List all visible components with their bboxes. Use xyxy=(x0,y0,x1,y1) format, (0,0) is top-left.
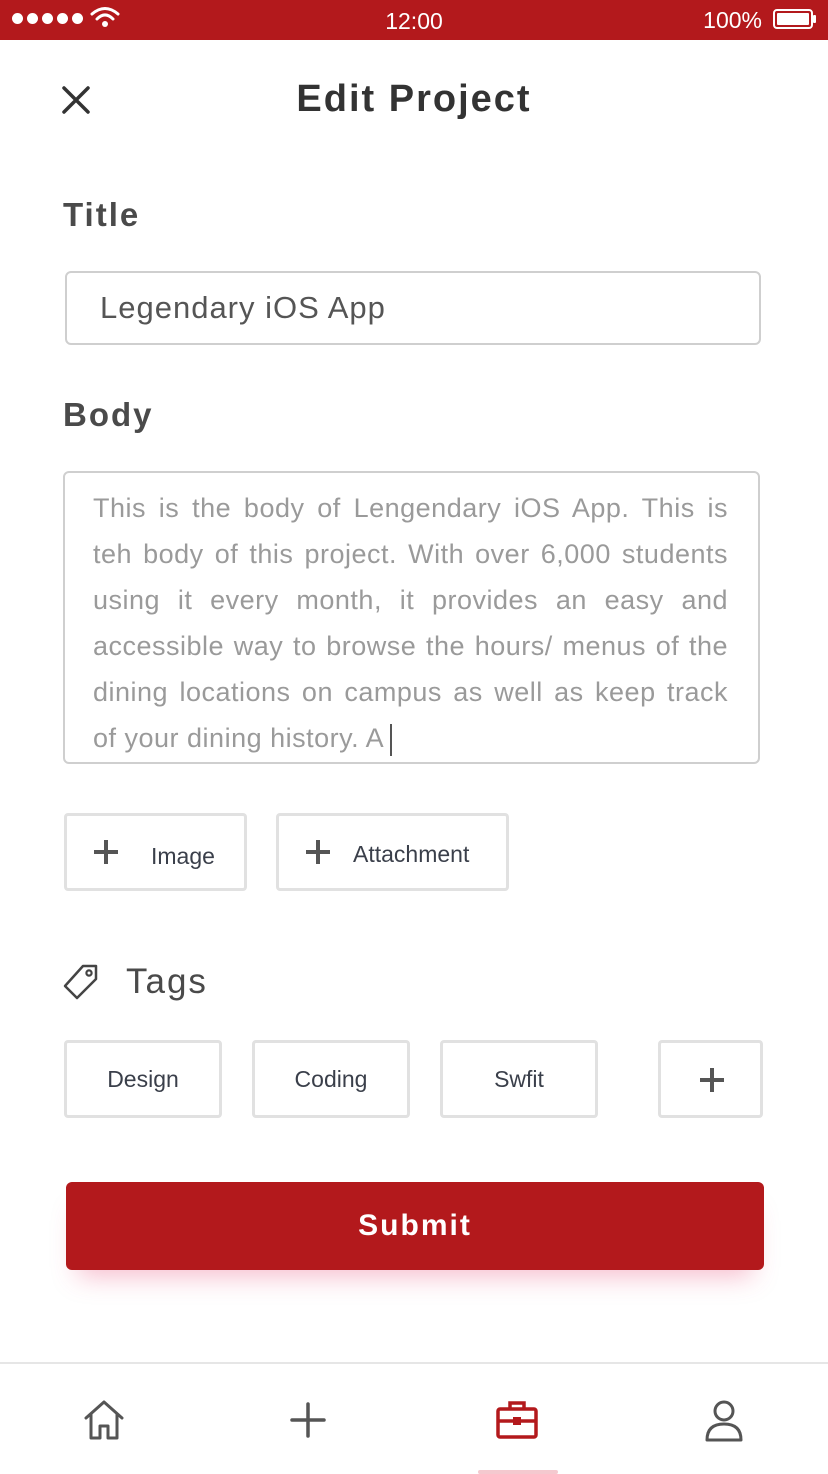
briefcase-icon[interactable] xyxy=(495,1398,539,1442)
plus-icon[interactable] xyxy=(286,1398,330,1442)
tags-heading: Tags xyxy=(126,962,208,1001)
plus-icon xyxy=(94,840,118,864)
tag-icon xyxy=(63,964,98,1000)
add-attachment-label: Attachment xyxy=(353,841,470,867)
title-label: Title xyxy=(63,196,141,233)
submit-button[interactable]: Submit xyxy=(66,1182,764,1270)
active-tab-indicator xyxy=(478,1470,558,1474)
add-image-button[interactable]: Image xyxy=(64,813,247,891)
add-image-label: Image xyxy=(151,843,215,869)
plus-icon xyxy=(306,840,330,864)
home-icon[interactable] xyxy=(82,1398,126,1442)
user-icon[interactable] xyxy=(702,1398,746,1442)
tab-bar xyxy=(0,1362,828,1474)
page-title: Edit Project xyxy=(296,78,532,120)
text-cursor xyxy=(390,723,393,756)
tag-swfit[interactable]: Swfit xyxy=(440,1040,598,1118)
body-label: Body xyxy=(63,396,154,433)
add-attachment-button[interactable]: Attachment xyxy=(276,813,509,891)
add-tag-button[interactable] xyxy=(658,1040,763,1118)
tag-design[interactable]: Design xyxy=(64,1040,222,1118)
status-bar: 12:00 100% xyxy=(0,0,828,40)
tag-coding[interactable]: Coding xyxy=(252,1040,410,1118)
plus-icon xyxy=(700,1068,724,1092)
body-textarea[interactable]: This is the body of Lengendary iOS App. … xyxy=(63,471,760,764)
title-input[interactable] xyxy=(65,271,761,345)
body-text: This is the body of Lengendary iOS App. … xyxy=(93,493,728,753)
battery-icon xyxy=(773,9,816,29)
battery-percentage: 100% xyxy=(703,7,762,33)
